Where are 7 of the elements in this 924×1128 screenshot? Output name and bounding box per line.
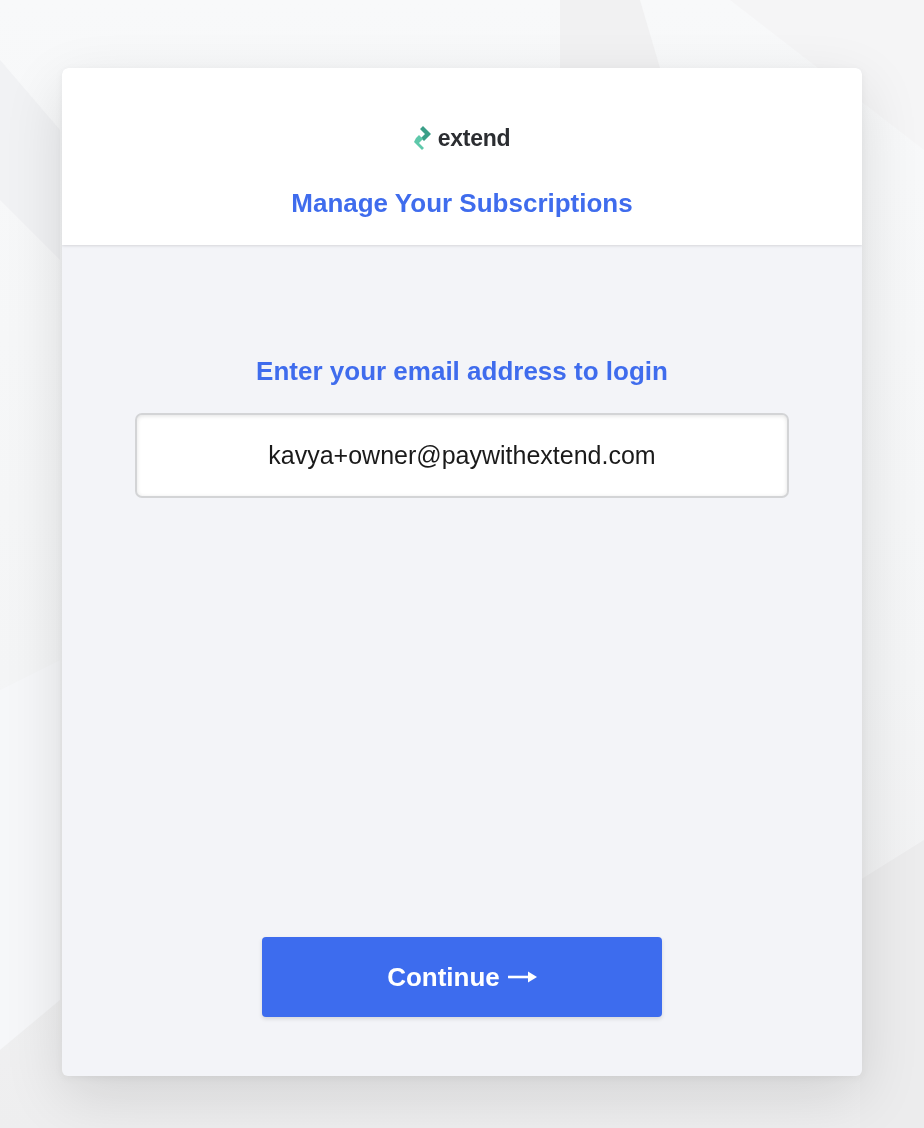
page-title: Manage Your Subscriptions: [291, 187, 633, 219]
logo-icon: [413, 126, 433, 150]
arrow-icon: [507, 971, 537, 983]
email-field[interactable]: kavya+owner@paywithextend.com: [135, 413, 789, 498]
email-prompt: Enter your email address to login: [256, 355, 668, 387]
logo-wordmark: extend: [437, 126, 511, 150]
continue-button[interactable]: Continue: [262, 937, 662, 1017]
